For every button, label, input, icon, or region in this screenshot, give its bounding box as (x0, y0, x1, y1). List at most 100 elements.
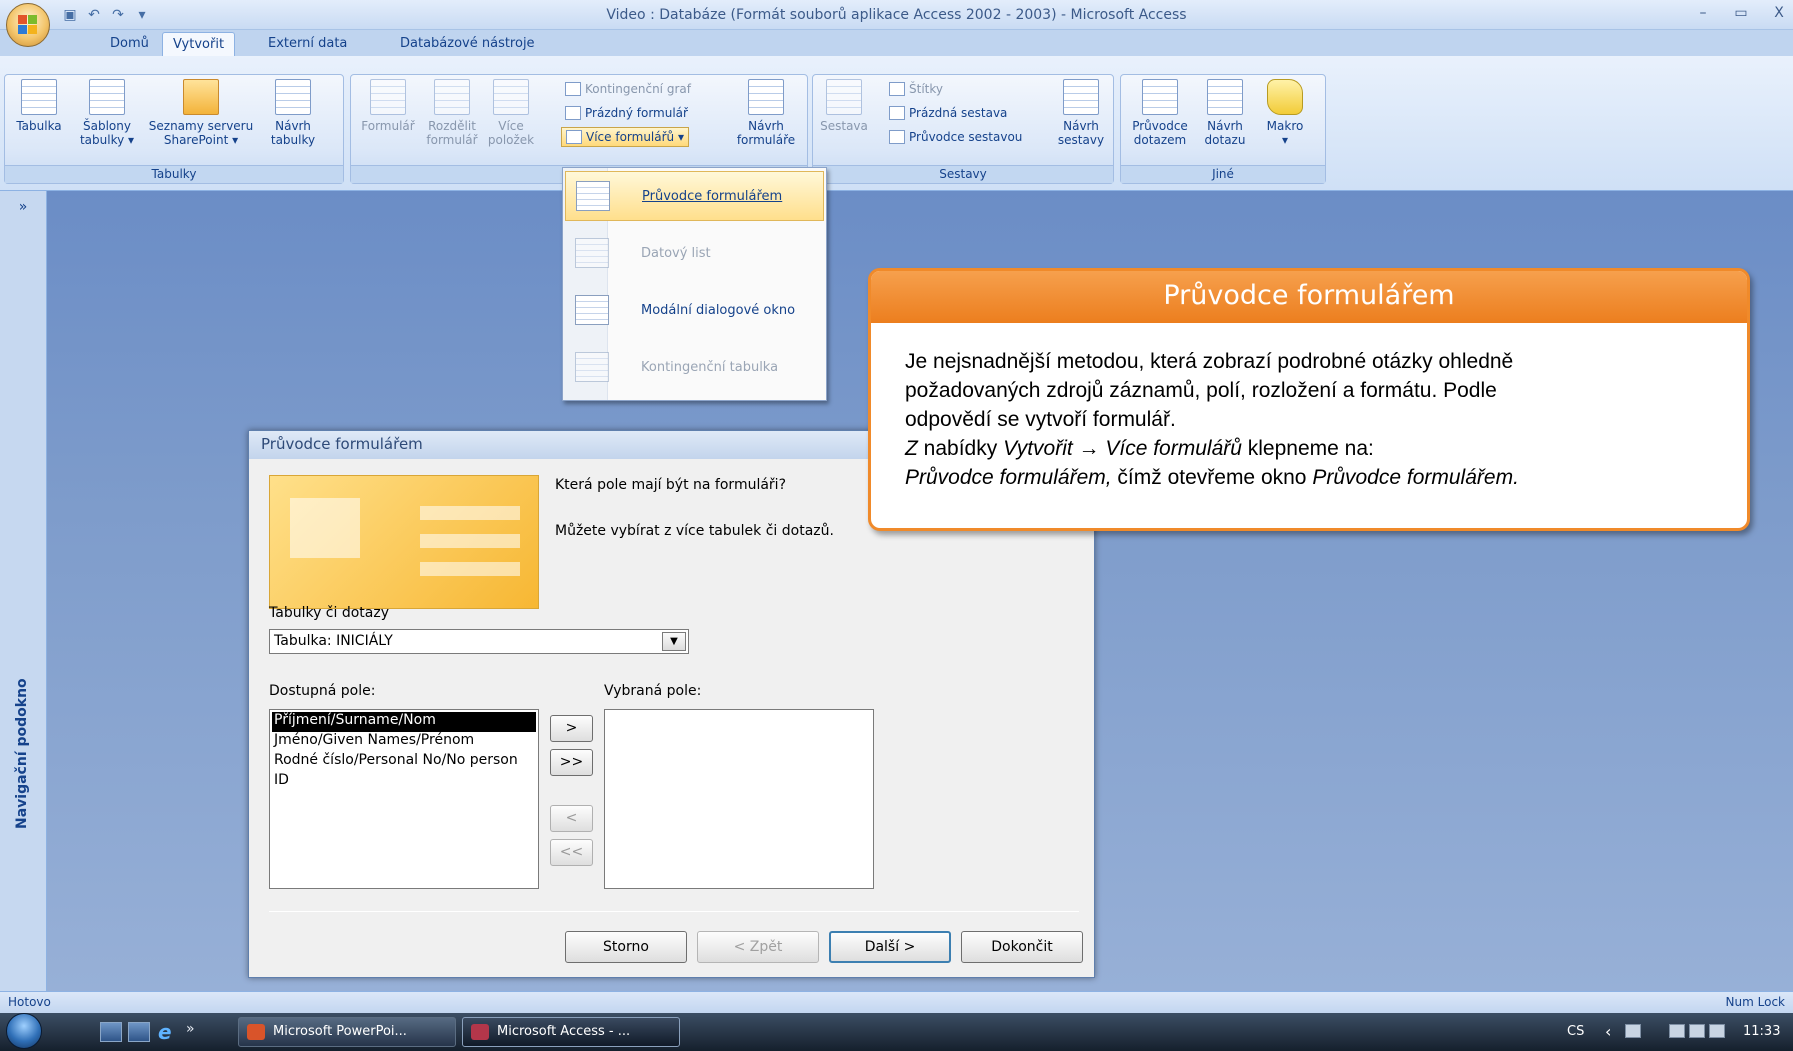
quick-launch-more[interactable]: » (186, 1021, 195, 1037)
sablony-tabulky-button[interactable]: Šablony tabulky ▾ (75, 79, 139, 147)
list-item[interactable]: Jméno/Given Names/Prénom (272, 732, 536, 752)
available-fields-list[interactable]: Příjmení/Surname/Nom Jméno/Given Names/P… (269, 709, 539, 889)
start-button[interactable] (6, 1013, 42, 1049)
chevron-down-icon[interactable]: ▼ (662, 632, 686, 651)
list-item[interactable]: Příjmení/Surname/Nom (272, 712, 536, 732)
internet-explorer-icon[interactable]: e (158, 1022, 180, 1042)
wizard-illustration (269, 475, 539, 609)
sestava-label: Sestava (820, 119, 868, 133)
prazdna-sestava-button[interactable]: Prázdná sestava (889, 103, 1007, 123)
makro-label-2: ▾ (1281, 133, 1289, 147)
labels-icon (889, 82, 905, 96)
expand-nav-pane-button[interactable]: » (8, 199, 38, 221)
tab-databazove-nastroje[interactable]: Databázové nástroje (390, 32, 545, 56)
rozdelit-formular-button[interactable]: Rozdělit formulář (421, 79, 483, 147)
language-indicator[interactable]: CS (1567, 1024, 1584, 1039)
tray-expand-icon[interactable]: ‹ (1605, 1022, 1611, 1041)
system-tray: CS ‹ 11:33 (1543, 1013, 1793, 1051)
explanation-callout: Průvodce formulářem Je nejsnadnější meto… (868, 268, 1750, 531)
add-all-fields-button[interactable]: >> (550, 749, 593, 776)
dialog-separator (269, 911, 1079, 912)
powerpoint-icon (247, 1024, 265, 1040)
menu-item-datovy-list[interactable]: Datový list (565, 228, 824, 278)
datasheet-icon (575, 238, 609, 268)
modal-dialog-icon (575, 295, 609, 325)
table-icon (21, 79, 57, 115)
prazdny-formular-button[interactable]: Prázdný formulář (565, 103, 688, 123)
vice-polozek-label: Více (498, 119, 524, 133)
tab-externi-data[interactable]: Externí data (258, 32, 357, 56)
makro-button[interactable]: Makro ▾ (1257, 79, 1313, 147)
navrh-dotazu-button[interactable]: Návrh dotazu (1197, 79, 1253, 147)
more-forms-icon (566, 130, 582, 144)
more-forms-menu: Průvodce formulářem Datový list Modální … (562, 167, 827, 401)
kontingencni-graf-button[interactable]: Kontingenční graf (565, 79, 691, 99)
menu-item-kontingencni-tabulka[interactable]: Kontingenční tabulka (565, 342, 824, 392)
navrh-dotazu-label-2: dotazu (1204, 133, 1246, 147)
finish-button[interactable]: Dokončit (961, 931, 1083, 963)
network-icon[interactable] (1689, 1024, 1705, 1038)
close-button[interactable]: X (1765, 2, 1793, 24)
status-text: Hotovo (8, 995, 51, 1009)
tables-queries-value: Tabulka: INICIÁLY (274, 633, 393, 649)
tables-queries-select[interactable]: Tabulka: INICIÁLY ▼ (269, 629, 689, 654)
menu-item-pruvodce-formularem[interactable]: Průvodce formulářem (565, 171, 824, 221)
minimize-button[interactable]: – (1689, 2, 1717, 24)
tab-vytvorit[interactable]: Vytvořit (162, 32, 236, 56)
tab-domu[interactable]: Domů (100, 32, 159, 56)
vice-formularu-button[interactable]: Více formulářů ▾ (561, 127, 689, 147)
add-field-button[interactable]: > (550, 715, 593, 742)
office-button[interactable] (6, 3, 50, 47)
taskbar-item-powerpoint[interactable]: Microsoft PowerPoi... (238, 1017, 456, 1047)
tabulka-button[interactable]: Tabulka (9, 79, 69, 133)
power-icon[interactable] (1669, 1024, 1685, 1038)
cancel-button[interactable]: Storno (565, 931, 687, 963)
num-lock-indicator: Num Lock (1725, 995, 1785, 1009)
clock[interactable]: 11:33 (1743, 1024, 1780, 1039)
title-bar: ▣ ↶ ↷ ▾ Video : Databáze (Formát souborů… (0, 0, 1793, 30)
form-icon (370, 79, 406, 115)
pruvodce-dotazem-button[interactable]: Průvodce dotazem (1127, 79, 1193, 147)
taskbar-item-access[interactable]: Microsoft Access - ... (462, 1017, 680, 1047)
navrh-formulare-label-2: formuláře (736, 133, 796, 147)
remove-field-button[interactable]: < (550, 805, 593, 832)
navrh-tabulky-button[interactable]: Návrh tabulky (263, 79, 323, 147)
formular-button[interactable]: Formulář (357, 79, 419, 133)
rozdelit-label: Rozdělit (428, 119, 476, 133)
show-desktop-icon[interactable] (100, 1022, 122, 1042)
navrh-formulare-button[interactable]: Návrh formuláře (731, 79, 801, 147)
next-button[interactable]: Další > (829, 931, 951, 963)
office-logo-icon (18, 15, 38, 35)
form-design-icon (748, 79, 784, 115)
makro-label: Makro (1266, 119, 1304, 133)
list-item[interactable]: Rodné číslo/Personal No/No person (272, 752, 536, 772)
sablony-label-2: tabulky ▾ (79, 133, 135, 147)
navrh-formulare-label: Návrh (748, 119, 784, 133)
switch-windows-icon[interactable] (128, 1022, 150, 1042)
sablony-label: Šablony (83, 119, 131, 133)
group-label-tabulky: Tabulky (5, 165, 343, 183)
remove-all-fields-button[interactable]: << (550, 839, 593, 866)
callout-emphasis: Průvodce formulářem, (905, 466, 1112, 489)
selected-fields-list[interactable] (604, 709, 874, 889)
tabulka-label: Tabulka (16, 119, 62, 133)
list-item[interactable]: ID (272, 772, 536, 792)
seznamy-sharepoint-button[interactable]: Seznamy serveru SharePoint ▾ (145, 79, 257, 147)
stitky-button[interactable]: Štítky (889, 79, 943, 99)
callout-line: požadovaných zdrojů záznamů, polí, rozlo… (905, 379, 1497, 402)
blank-form-icon (565, 106, 581, 120)
window-controls: – ▭ X (1689, 2, 1793, 24)
vice-polozek-button[interactable]: Více položek (485, 79, 537, 147)
pruvodce-sestavou-button[interactable]: Průvodce sestavou (889, 127, 1022, 147)
restore-button[interactable]: ▭ (1727, 2, 1755, 24)
tray-app-icon[interactable] (1625, 1024, 1641, 1038)
navigation-pane-label[interactable]: Navigační podokno (14, 678, 30, 829)
navrh-sestavy-label-2: sestavy (1057, 133, 1105, 147)
pivot-table-icon (575, 352, 609, 382)
back-button[interactable]: < Zpět (697, 931, 819, 963)
volume-icon[interactable] (1709, 1024, 1725, 1038)
menu-item-modalni-dialog[interactable]: Modální dialogové okno (565, 285, 824, 335)
access-icon (471, 1024, 489, 1040)
sestava-button[interactable]: Sestava (817, 79, 871, 133)
navrh-sestavy-button[interactable]: Návrh sestavy (1053, 79, 1109, 147)
